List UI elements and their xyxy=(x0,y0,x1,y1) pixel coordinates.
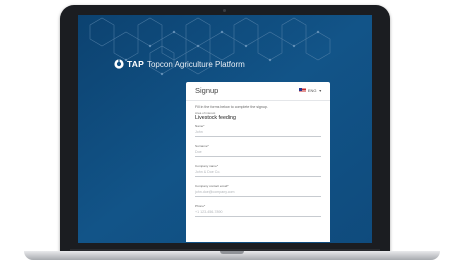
signup-title: Signup xyxy=(195,86,219,95)
us-flag-icon xyxy=(298,88,306,93)
company-email-input[interactable] xyxy=(195,188,321,197)
signup-card-header: Signup ENG ▼ xyxy=(186,82,330,101)
tap-logo-icon xyxy=(114,59,124,69)
webcam xyxy=(223,9,226,12)
phone-field: Phone* xyxy=(195,204,321,218)
name-input[interactable] xyxy=(195,128,321,137)
company-name-input[interactable] xyxy=(195,168,321,177)
laptop-base-notch xyxy=(220,251,244,254)
signup-instructions: Fill in the forms below to complete the … xyxy=(195,105,268,109)
name-field: Name* xyxy=(195,124,321,138)
language-selector[interactable]: ENG ▼ xyxy=(298,88,322,93)
company-email-field: Company contact email* xyxy=(195,184,321,198)
surname-field: Surname* xyxy=(195,144,321,158)
chevron-down-icon: ▼ xyxy=(318,88,322,93)
laptop-base xyxy=(24,251,440,260)
brand-short-name: TAP xyxy=(127,59,144,69)
brand-header: TAP Topcon Agriculture Platform xyxy=(114,58,245,70)
language-label: ENG xyxy=(307,88,317,93)
signup-card: Signup ENG ▼ Fill in the forms below to … xyxy=(186,82,330,242)
surname-input[interactable] xyxy=(195,148,321,157)
phone-input[interactable] xyxy=(195,208,321,217)
area-of-interest-value[interactable]: Livestock feeding xyxy=(195,115,236,121)
brand-full-name: Topcon Agriculture Platform xyxy=(146,59,245,69)
company-name-field: Company name* xyxy=(195,164,321,178)
